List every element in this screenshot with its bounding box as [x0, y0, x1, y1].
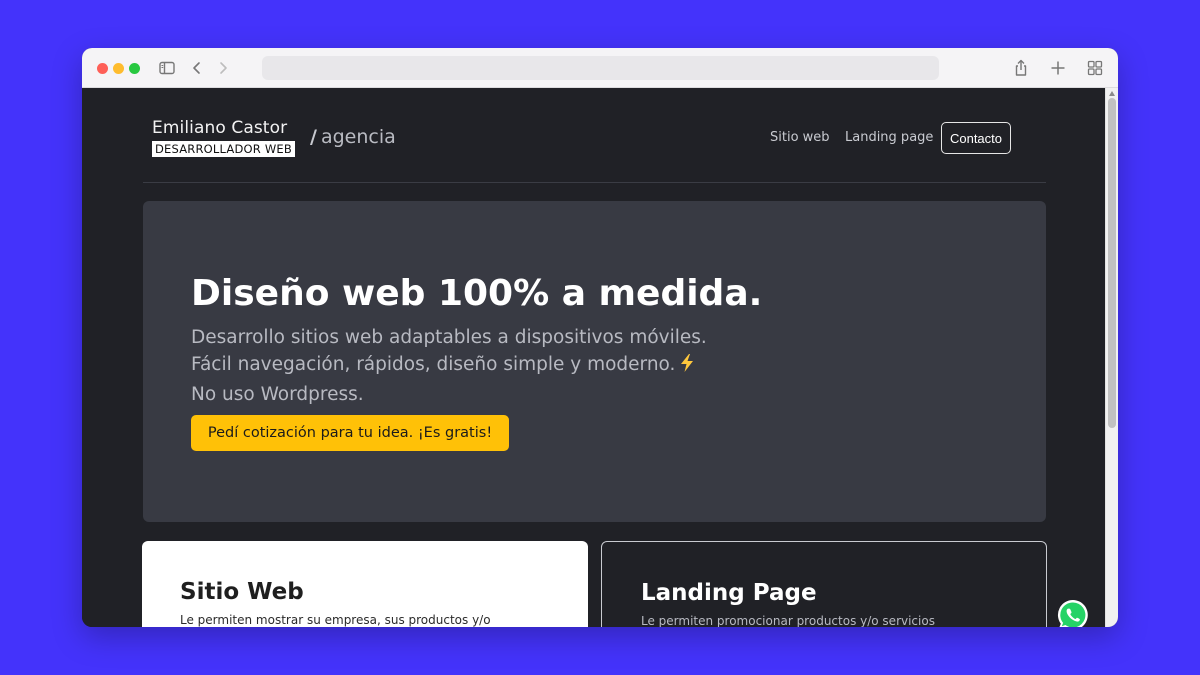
- card-sitio-web[interactable]: Sitio Web Le permiten mostrar su empresa…: [142, 541, 588, 627]
- maximize-window-button[interactable]: [129, 63, 140, 74]
- hero-title: Diseño web 100% a medida.: [191, 273, 763, 314]
- browser-titlebar: [82, 48, 1118, 88]
- nav-link-sitio-web[interactable]: Sitio web: [770, 130, 830, 145]
- share-icon[interactable]: [1010, 57, 1032, 79]
- agency-label: / agencia: [310, 126, 396, 148]
- sidebar-icon[interactable]: [156, 57, 178, 79]
- brand-role-badge: DESARROLLADOR WEB: [152, 141, 295, 157]
- agency-text: agencia: [320, 126, 396, 148]
- hero-line-2-wrap: Fácil navegación, rápidos, diseño simple…: [191, 351, 707, 381]
- card-title: Sitio Web: [180, 579, 304, 605]
- hero-line-1: Desarrollo sitios web adaptables a dispo…: [191, 327, 707, 348]
- hero-line-3: No uso Wordpress.: [191, 384, 364, 405]
- hero-line-2: Fácil navegación, rápidos, diseño simple…: [191, 354, 676, 375]
- card-description: Le permiten mostrar su empresa, sus prod…: [180, 613, 491, 627]
- scroll-up-arrow-icon[interactable]: [1109, 91, 1115, 96]
- brand-logo[interactable]: Emiliano Castor DESARROLLADOR WEB: [152, 118, 295, 157]
- agency-slash: /: [310, 126, 317, 148]
- minimize-window-button[interactable]: [113, 63, 124, 74]
- header-divider: [143, 182, 1046, 183]
- quote-request-button[interactable]: Pedí cotización para tu idea. ¡Es gratis…: [191, 415, 509, 451]
- lightning-icon: [679, 353, 695, 381]
- plus-icon[interactable]: [1047, 57, 1069, 79]
- chevron-left-icon[interactable]: [186, 57, 208, 79]
- browser-window: Emiliano Castor DESARROLLADOR WEB / agenc…: [82, 48, 1118, 627]
- card-title: Landing Page: [641, 580, 817, 606]
- address-bar[interactable]: [262, 56, 939, 80]
- card-landing-page[interactable]: Landing Page Le permiten promocionar pro…: [601, 541, 1047, 627]
- chevron-right-icon[interactable]: [212, 57, 234, 79]
- hero-description: Desarrollo sitios web adaptables a dispo…: [191, 324, 707, 408]
- close-window-button[interactable]: [97, 63, 108, 74]
- scroll-thumb[interactable]: [1108, 98, 1116, 428]
- page-viewport: Emiliano Castor DESARROLLADOR WEB / agenc…: [82, 88, 1105, 627]
- contact-button[interactable]: Contacto: [941, 122, 1011, 154]
- hero-section: Diseño web 100% a medida. Desarrollo sit…: [143, 201, 1046, 522]
- card-description: Le permiten promocionar productos y/o se…: [641, 614, 935, 627]
- whatsapp-icon[interactable]: [1054, 596, 1092, 627]
- nav-link-landing-page[interactable]: Landing page: [845, 130, 933, 145]
- tabs-grid-icon[interactable]: [1084, 57, 1106, 79]
- brand-name: Emiliano Castor: [152, 118, 288, 138]
- page-scrollbar[interactable]: [1105, 88, 1118, 627]
